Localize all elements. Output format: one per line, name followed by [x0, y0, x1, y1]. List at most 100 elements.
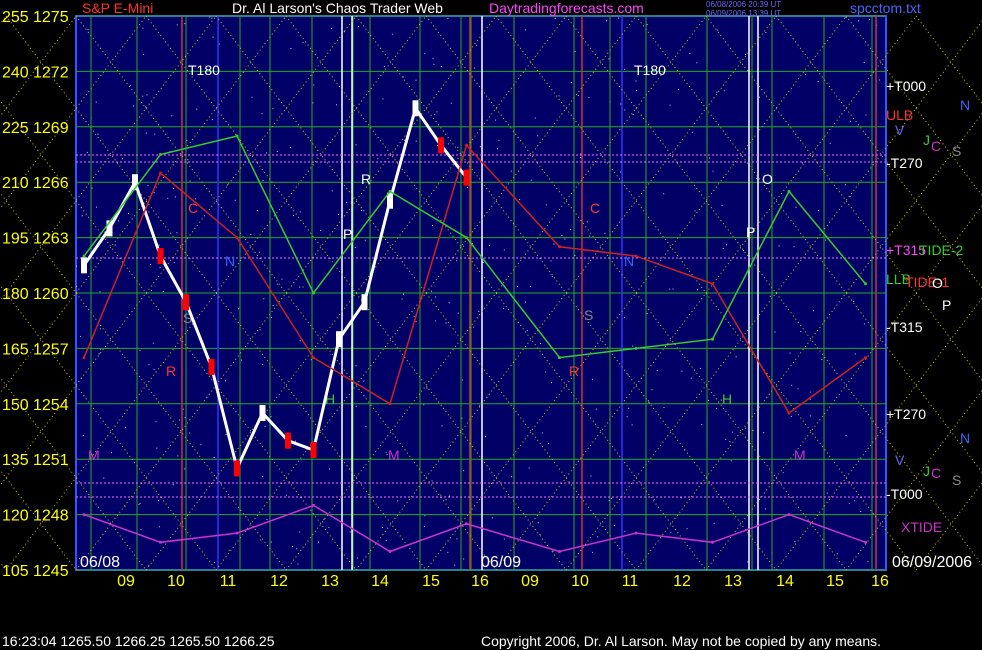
field-dot	[148, 211, 150, 213]
field-dot	[800, 330, 802, 332]
data-point	[787, 411, 791, 415]
field-dot	[479, 405, 481, 407]
planet-marker: R	[361, 171, 371, 187]
chart-svg: 255 240 225 210 195 180 165 150 135 120 105 1275 127…	[0, 0, 982, 650]
x-tick-label: 15	[422, 573, 440, 590]
field-dot	[313, 84, 315, 86]
field-dot	[154, 133, 156, 135]
field-dot	[290, 48, 292, 49]
field-dot	[756, 177, 758, 179]
field-dot	[802, 162, 803, 164]
x-tick-label: 16	[471, 573, 489, 590]
instrument-label: S&P E-Mini	[82, 0, 154, 16]
field-dot	[276, 283, 278, 285]
field-dot	[364, 239, 366, 241]
field-dot	[561, 235, 563, 237]
field-dot	[496, 148, 498, 150]
price-bar	[157, 248, 164, 265]
field-dot	[552, 550, 554, 552]
field-dot	[548, 443, 550, 445]
field-dot	[794, 541, 796, 543]
field-dot	[595, 408, 597, 410]
planet-marker: O	[932, 275, 943, 291]
field-dot	[632, 114, 634, 115]
field-dot	[526, 330, 528, 332]
left-axis-tick: 165	[2, 341, 29, 358]
field-dot	[624, 68, 626, 70]
field-dot	[424, 515, 426, 517]
field-dot	[450, 102, 452, 104]
field-dot	[264, 425, 266, 427]
planet-marker: P	[942, 297, 951, 313]
x-tick-label: 10	[167, 573, 185, 590]
field-dot	[434, 320, 436, 322]
left-axis-tick: 120	[2, 508, 29, 525]
field-dot	[226, 184, 228, 186]
field-dot	[473, 326, 475, 328]
field-dot	[790, 415, 792, 417]
field-dot	[789, 352, 791, 354]
field-dot	[530, 179, 532, 181]
timestamp-1: 06/08/2006 20:39 UT	[706, 0, 782, 9]
field-dot	[529, 285, 531, 287]
data-point	[388, 189, 392, 193]
field-dot	[745, 54, 746, 55]
left-axis-tick: 255	[2, 9, 29, 26]
field-dot	[447, 551, 449, 553]
field-dot	[179, 419, 181, 421]
field-dot	[524, 301, 526, 303]
field-dot	[328, 527, 330, 529]
field-dot	[86, 151, 88, 153]
field-dot	[432, 57, 434, 59]
field-dot	[606, 20, 608, 22]
field-dot	[187, 159, 189, 161]
field-dot	[292, 545, 293, 547]
field-dot	[238, 308, 240, 310]
right-label: TIDE-2	[919, 242, 964, 258]
data-point	[312, 356, 315, 360]
data-point	[634, 254, 638, 258]
field-dot	[525, 29, 527, 31]
price-bar	[183, 294, 189, 311]
x-tick-label: 13	[321, 573, 339, 590]
field-dot	[503, 308, 505, 310]
field-dot	[296, 548, 298, 550]
planet-marker: N	[960, 430, 970, 446]
field-dot	[608, 58, 610, 60]
field-dot	[266, 152, 267, 154]
field-dot	[214, 562, 215, 563]
field-dot	[218, 43, 220, 45]
field-dot	[454, 564, 456, 566]
field-dot	[155, 421, 157, 423]
planet-marker: V	[895, 122, 905, 138]
field-dot	[623, 317, 625, 319]
field-dot	[434, 113, 436, 115]
field-dot	[747, 561, 749, 563]
field-dot	[162, 291, 164, 292]
field-dot	[151, 290, 152, 292]
field-dot	[363, 380, 365, 382]
price-axis-tick: 1269	[33, 120, 69, 137]
x-tick-label: 11	[220, 573, 237, 590]
chart-title: Dr. Al Larson's Chaos Trader Web	[232, 0, 443, 16]
x-tick-label: 11	[622, 573, 639, 590]
site-link[interactable]: Daytradingforecasts.com	[489, 0, 644, 16]
field-dot	[228, 549, 230, 551]
field-dot	[858, 20, 860, 22]
field-dot	[117, 220, 119, 222]
field-dot	[608, 500, 610, 502]
field-dot	[127, 213, 129, 214]
field-dot	[76, 265, 77, 267]
field-dot	[297, 563, 299, 565]
field-dot	[153, 368, 155, 370]
data-point	[558, 245, 561, 249]
field-dot	[681, 370, 683, 372]
field-dot	[712, 170, 714, 172]
field-dot	[91, 187, 93, 189]
data-point	[159, 171, 162, 175]
field-dot	[189, 432, 191, 434]
price-bar	[259, 405, 266, 421]
field-dot	[817, 81, 819, 82]
field-dot	[854, 353, 856, 355]
field-dot	[503, 249, 505, 251]
